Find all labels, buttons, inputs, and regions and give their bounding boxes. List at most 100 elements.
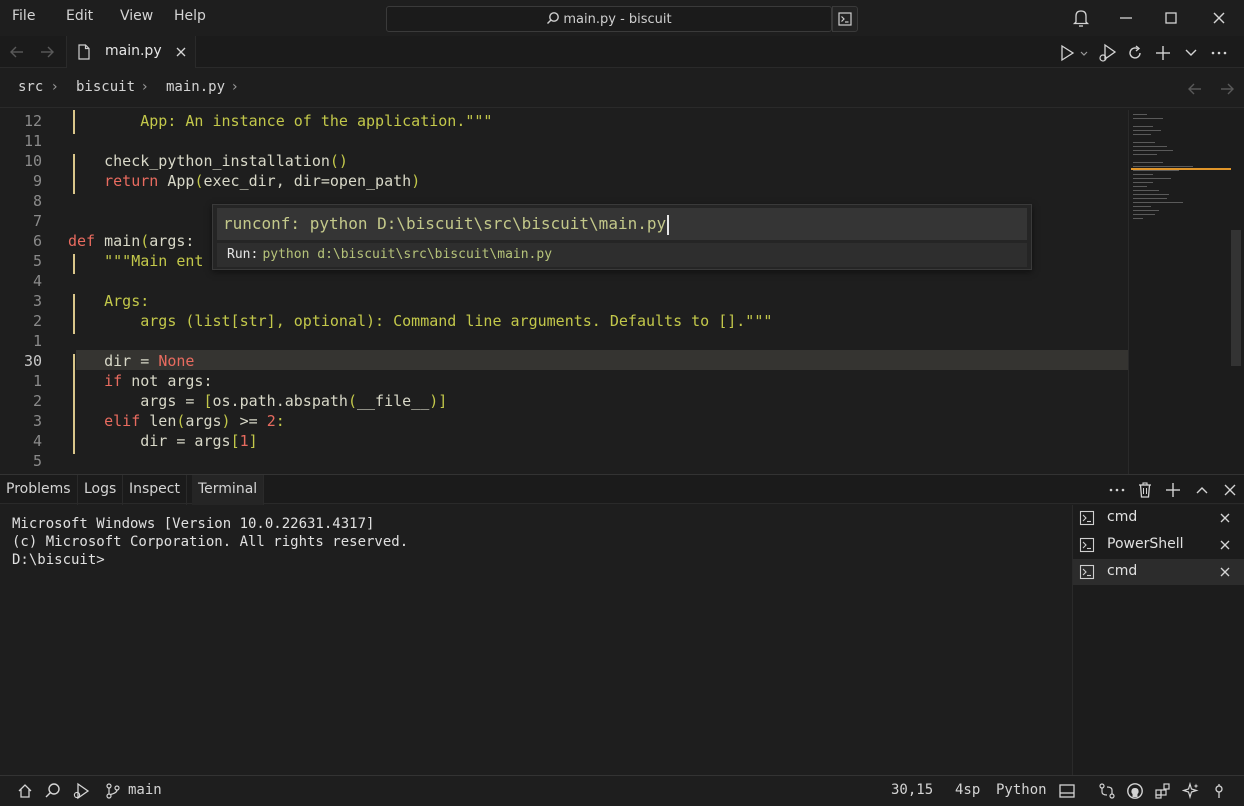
pin-icon[interactable] (1210, 782, 1228, 800)
code-line[interactable]: 4 (0, 270, 1128, 290)
palette-input[interactable]: runconf: python D:\biscuit\src\biscuit\m… (217, 208, 1027, 240)
home-icon[interactable] (16, 782, 34, 800)
terminal-session-powershell[interactable]: PowerShell (1073, 532, 1244, 558)
maximize-button[interactable] (1158, 6, 1184, 30)
code-editor[interactable]: 12 App: An instance of the application."… (0, 110, 1128, 474)
breadcrumb-src[interactable]: src (18, 79, 43, 95)
code-line[interactable]: 4 dir = args[1] (0, 430, 1128, 450)
breadcrumb-biscuit[interactable]: biscuit (76, 79, 135, 95)
run-icon[interactable] (1058, 44, 1076, 62)
code-line[interactable]: 3 elif len(args) >= 2: (0, 410, 1128, 430)
back-arrow-icon[interactable] (1186, 81, 1204, 97)
code-text: return App(exec_dir, dir=open_path) (104, 172, 421, 190)
chevron-up-icon[interactable] (1193, 481, 1211, 499)
scrollbar[interactable] (1231, 230, 1241, 366)
menu-edit[interactable]: Edit (66, 8, 93, 24)
title-bar: File Edit View Help main.py - biscuit (0, 0, 1244, 36)
close-icon[interactable] (1217, 510, 1233, 526)
refresh-icon[interactable] (1126, 44, 1144, 62)
line-number: 10 (23, 152, 42, 170)
tab-main-py[interactable]: main.py (66, 36, 196, 68)
minimap-line (1133, 198, 1143, 199)
trash-icon[interactable] (1136, 481, 1154, 499)
minimap-line (1133, 206, 1151, 207)
palette-input-text: runconf: python D:\biscuit\src\biscuit\m… (223, 214, 667, 233)
chevron-down-icon[interactable] (1079, 50, 1089, 58)
palette-item-run[interactable]: Run: python d:\biscuit\src\biscuit\main.… (217, 243, 1027, 267)
tab-logs[interactable]: Logs (78, 475, 124, 505)
session-name: cmd (1107, 509, 1138, 525)
code-line[interactable]: 3 Args: (0, 290, 1128, 310)
code-text: def main(args: (68, 232, 195, 250)
more-icon[interactable] (1108, 481, 1126, 499)
minimap-line (1133, 182, 1145, 183)
code-line[interactable]: 9 return App(exec_dir, dir=open_path) (0, 170, 1128, 190)
tab-problems[interactable]: Problems (0, 475, 78, 505)
terminal-session-cmd-active[interactable]: cmd (1073, 559, 1244, 585)
minimap-line (1133, 130, 1161, 131)
minimap-line (1133, 146, 1167, 147)
language-mode[interactable]: Python (996, 782, 1047, 798)
tab-inspect[interactable]: Inspect (123, 475, 187, 505)
panel-toggle-icon[interactable] (1058, 782, 1076, 800)
terminal-icon (1079, 537, 1095, 553)
code-line[interactable]: 2 args = [os.path.abspath(__file__)] (0, 390, 1128, 410)
indentation[interactable]: 4sp (955, 782, 980, 798)
code-line[interactable]: 1 (0, 330, 1128, 350)
terminal-line: (c) Microsoft Corporation. All rights re… (12, 534, 409, 550)
close-icon[interactable] (1217, 537, 1233, 553)
code-line[interactable]: 11 (0, 130, 1128, 150)
forward-arrow-icon[interactable] (38, 44, 56, 60)
minimap-line (1133, 218, 1143, 219)
chevron-down-icon[interactable] (1183, 46, 1199, 60)
terminal-output[interactable]: Microsoft Windows [Version 10.0.22631.43… (0, 505, 1072, 775)
code-line[interactable]: 1 if not args: (0, 370, 1128, 390)
menu-file[interactable]: File (12, 8, 35, 24)
terminal-icon (838, 12, 852, 26)
code-line-current[interactable]: 30 dir = None (24, 350, 1128, 370)
back-arrow-icon[interactable] (8, 44, 26, 60)
line-number: 1 (32, 332, 42, 350)
terminal-session-cmd[interactable]: cmd (1073, 505, 1244, 531)
debug-run-icon[interactable] (1096, 42, 1118, 64)
forward-arrow-icon[interactable] (1218, 81, 1236, 97)
cursor-position[interactable]: 30,15 (891, 782, 933, 798)
minimap-line (1133, 114, 1147, 115)
window-title: main.py - biscuit (563, 12, 672, 27)
git-compare-icon[interactable] (1098, 782, 1116, 800)
minimap[interactable] (1128, 110, 1244, 474)
minimize-button[interactable] (1113, 6, 1139, 30)
github-icon[interactable] (1126, 782, 1144, 800)
line-number: 4 (32, 272, 42, 290)
plus-icon[interactable] (1164, 481, 1182, 499)
terminal-toggle-button[interactable] (832, 6, 858, 32)
line-number: 7 (32, 212, 42, 230)
menu-help[interactable]: Help (174, 8, 206, 24)
bell-icon (1072, 10, 1090, 27)
git-branch-name[interactable]: main (128, 782, 162, 798)
menu-view[interactable]: View (120, 8, 153, 24)
code-line[interactable]: 2 args (list[str], optional): Command li… (0, 310, 1128, 330)
close-icon[interactable] (1217, 564, 1233, 580)
code-line[interactable]: 12 App: An instance of the application."… (0, 110, 1128, 130)
git-branch-icon[interactable] (104, 782, 122, 800)
close-icon[interactable] (175, 46, 187, 58)
tab-terminal[interactable]: Terminal (192, 475, 265, 505)
line-number: 2 (32, 392, 42, 410)
extensions-icon[interactable] (1154, 782, 1172, 800)
more-icon[interactable] (1210, 44, 1228, 62)
plus-icon[interactable] (1154, 44, 1172, 62)
line-number: 3 (32, 412, 42, 430)
breadcrumb-main-py[interactable]: main.py (166, 79, 225, 95)
debug-run-icon[interactable] (72, 782, 90, 800)
close-icon (1213, 12, 1225, 24)
command-search-box[interactable]: main.py - biscuit (386, 6, 832, 32)
maximize-icon (1165, 12, 1177, 24)
close-icon[interactable] (1221, 481, 1239, 499)
close-window-button[interactable] (1206, 6, 1232, 30)
search-icon[interactable] (44, 782, 62, 800)
code-line[interactable]: 10 check_python_installation() (0, 150, 1128, 170)
code-line[interactable]: 5 (0, 450, 1128, 470)
sparkle-icon[interactable] (1182, 782, 1200, 800)
notifications-button[interactable] (1068, 6, 1094, 30)
